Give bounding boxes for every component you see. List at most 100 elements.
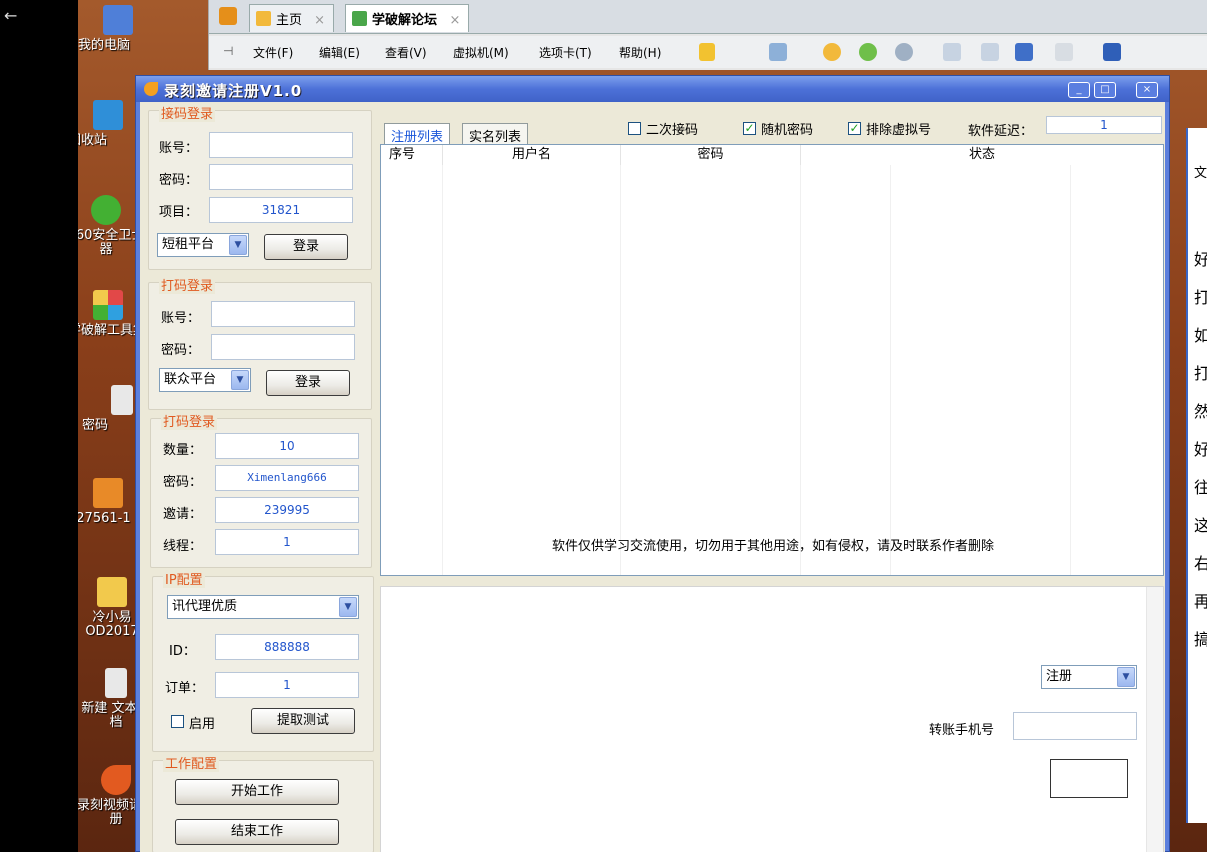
id-label: ID： xyxy=(169,644,196,659)
desktop-icon-label: 密码 xyxy=(82,418,109,433)
menu-edit[interactable]: 编辑(E) xyxy=(319,44,360,61)
invite-input[interactable]: 239995 xyxy=(215,497,359,523)
mode-select[interactable]: 注册 ▼ xyxy=(1041,665,1137,689)
captcha-login-button[interactable]: 登录 xyxy=(266,370,350,396)
vm-icon xyxy=(352,11,367,26)
tab-register-list[interactable]: 注册列表 xyxy=(384,123,451,145)
column-header-password[interactable]: 密码 xyxy=(621,145,801,165)
second-receive-checkbox[interactable] xyxy=(628,122,641,135)
invite-label: 邀请： xyxy=(163,507,203,522)
group-title: 接码登录 xyxy=(159,103,216,122)
side-text: 文 xyxy=(1194,166,1207,181)
group-title: 打码登录 xyxy=(159,275,216,294)
snapshot-icon[interactable] xyxy=(823,43,841,61)
restore-icon[interactable] xyxy=(859,43,877,61)
project-label: 项目： xyxy=(159,205,199,220)
console-icon[interactable] xyxy=(981,43,999,61)
unity-icon[interactable] xyxy=(1055,43,1073,61)
menu-tabs[interactable]: 选项卡(T) xyxy=(539,44,592,61)
ip-config-group: IP配置 讯代理优质 ▼ ID： 888888 订单： 1 启用 提取测试 xyxy=(152,569,374,752)
menu-file[interactable]: 文件(F) xyxy=(253,44,293,61)
enable-proxy-checkbox[interactable] xyxy=(171,715,184,728)
stop-work-button[interactable]: 结束工作 xyxy=(175,819,339,845)
threads-input[interactable]: 1 xyxy=(215,529,359,555)
receive-password-input[interactable] xyxy=(209,164,353,190)
vertical-scrollbar[interactable] xyxy=(1146,587,1163,852)
desktop-icon-label: 327561-1 xyxy=(78,511,131,526)
menu-view[interactable]: 查看(V) xyxy=(385,44,427,61)
side-text: 右 xyxy=(1194,554,1207,573)
home-icon xyxy=(256,11,271,26)
receive-login-button[interactable]: 登录 xyxy=(264,234,348,260)
disclaimer-text: 软件仅供学习交流使用，切勿用于其他用途，如有侵权，请及时联系作者删除 xyxy=(551,539,994,554)
tab-realname-list[interactable]: 实名列表 xyxy=(462,123,529,145)
start-work-button[interactable]: 开始工作 xyxy=(175,779,339,805)
select-value: 注册 xyxy=(1046,669,1073,684)
delay-input[interactable]: 1 xyxy=(1046,116,1162,134)
app-logo-icon xyxy=(144,82,158,96)
menu-vm[interactable]: 虚拟机(M) xyxy=(453,44,509,61)
menu-help[interactable]: 帮助(H) xyxy=(619,44,661,61)
desktop-icon-my-computer[interactable]: 我的电脑 xyxy=(78,5,158,53)
side-text: 往 xyxy=(1194,478,1207,497)
vm-logo-icon[interactable] xyxy=(219,7,237,25)
proxy-id-input[interactable]: 888888 xyxy=(215,634,359,660)
side-text: 如 xyxy=(1194,326,1207,345)
tab-label: 学破解论坛 xyxy=(372,13,438,28)
count-label: 数量： xyxy=(163,443,203,458)
fullscreen-icon[interactable] xyxy=(1015,43,1033,61)
column-header-status[interactable]: 状态 xyxy=(801,145,1163,165)
order-label: 订单： xyxy=(165,681,205,696)
maximize-button[interactable]: □ xyxy=(1094,82,1116,98)
receive-account-input[interactable] xyxy=(209,132,353,158)
log-panel[interactable]: 注册 ▼ 转账手机号 xyxy=(380,586,1164,852)
count-input[interactable]: 10 xyxy=(215,433,359,459)
transfer-phone-input[interactable] xyxy=(1013,712,1137,740)
manage-snapshot-icon[interactable] xyxy=(895,43,913,61)
register-password-input[interactable]: Ximenlang666 xyxy=(215,465,359,491)
network-icon[interactable] xyxy=(769,43,787,61)
app-titlebar[interactable]: 录刻邀请注册V1.0 _ □ × xyxy=(136,76,1169,102)
vm-tab-home[interactable]: 主页 × xyxy=(249,4,335,32)
account-label: 账号： xyxy=(161,311,201,326)
project-input[interactable]: 31821 xyxy=(209,197,353,223)
captcha-password-input[interactable] xyxy=(211,334,355,360)
receive-login-group: 接码登录 账号： 密码： 项目： 31821 短租平台 ▼ 登录 xyxy=(148,103,372,270)
register-list-table[interactable]: 序号 用户名 密码 状态 软件仅供学习交流使用，切勿用于其他用途，如有侵权，请及… xyxy=(380,144,1164,576)
side-window: 文 好 打 如 打 然 好 往 这 右 再 搞 xyxy=(1186,128,1207,823)
archive-icon xyxy=(93,478,123,508)
side-text: 好 xyxy=(1194,250,1207,269)
column-header-username[interactable]: 用户名 xyxy=(443,145,621,165)
random-password-checkbox[interactable]: ✓ xyxy=(743,122,756,135)
pause-icon[interactable] xyxy=(699,43,715,61)
close-icon[interactable]: × xyxy=(450,13,461,28)
app-icon xyxy=(101,765,131,795)
side-text: 搞 xyxy=(1194,630,1207,649)
sidebar-icon[interactable] xyxy=(943,43,961,61)
vm-tab-forum[interactable]: 学破解论坛 × xyxy=(345,4,470,32)
desktop-icon-label: 我的电脑 xyxy=(78,38,131,53)
proxy-order-input[interactable]: 1 xyxy=(215,672,359,698)
group-title: 工作配置 xyxy=(163,753,220,772)
text-file-icon xyxy=(105,668,127,698)
minimize-button[interactable]: _ xyxy=(1068,82,1090,98)
password-label: 密码： xyxy=(161,343,201,358)
column-header-index[interactable]: 序号 xyxy=(381,145,443,165)
pin-icon[interactable]: ⊣ xyxy=(223,44,233,58)
back-arrow-icon[interactable]: ← xyxy=(4,6,17,25)
view-icon[interactable] xyxy=(1103,43,1121,61)
close-button[interactable]: × xyxy=(1136,82,1158,98)
chevron-down-icon: ▼ xyxy=(339,597,357,617)
extract-test-button[interactable]: 提取测试 xyxy=(251,708,355,734)
captcha-platform-select[interactable]: 联众平台 ▼ xyxy=(159,368,251,392)
password-label: 密码： xyxy=(163,475,203,490)
desktop-icon-label: 回收站 xyxy=(78,133,108,148)
exclude-virtual-checkbox[interactable]: ✓ xyxy=(848,122,861,135)
receive-platform-select[interactable]: 短租平台 ▼ xyxy=(157,233,249,257)
captcha-account-input[interactable] xyxy=(211,301,355,327)
grid-column xyxy=(621,165,801,575)
captcha-login-group: 打码登录 账号： 密码： 联众平台 ▼ 登录 xyxy=(148,275,372,410)
transfer-phone-label: 转账手机号 xyxy=(929,723,995,738)
proxy-provider-select[interactable]: 讯代理优质 ▼ xyxy=(167,595,359,619)
close-icon[interactable]: × xyxy=(314,13,325,28)
